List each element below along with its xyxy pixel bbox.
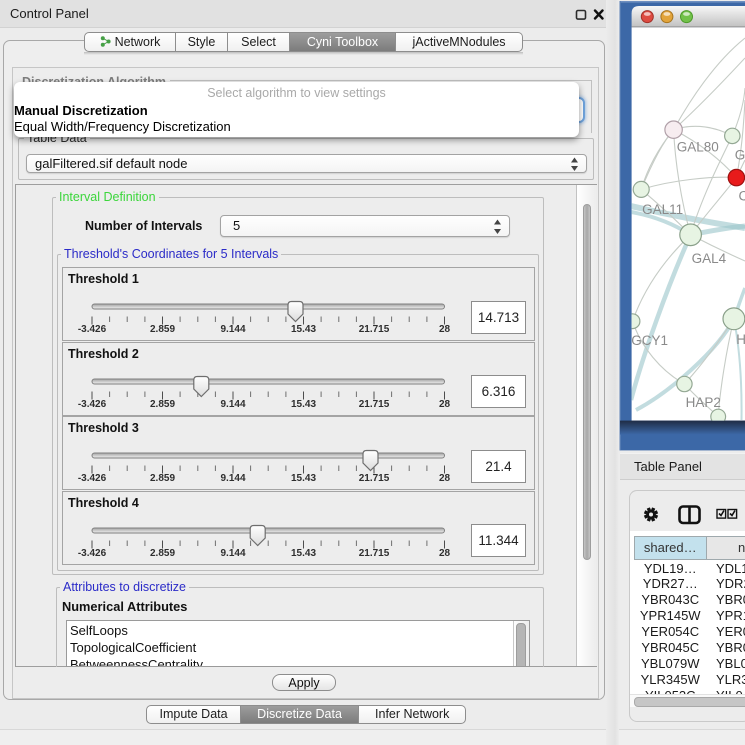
svg-text:-3.426: -3.426 [78,399,107,410]
svg-text:15.43: 15.43 [291,548,316,559]
svg-text:GAL4: GAL4 [735,148,745,163]
svg-text:CY: CY [739,189,745,204]
svg-text:15.43: 15.43 [291,399,316,410]
svg-text:-3.426: -3.426 [78,548,107,559]
svg-text:28: 28 [439,324,451,335]
svg-text:GAL11: GAL11 [642,202,683,217]
svg-text:-3.426: -3.426 [78,324,107,335]
svg-text:2.859: 2.859 [150,399,175,410]
svg-text:9.144: 9.144 [220,399,245,410]
svg-text:21.715: 21.715 [359,548,390,559]
svg-text:21.715: 21.715 [359,399,390,410]
svg-text:15.43: 15.43 [291,473,316,484]
svg-text:21.715: 21.715 [359,324,390,335]
svg-text:GCY1: GCY1 [631,333,668,348]
svg-text:GAL4: GAL4 [692,251,727,266]
svg-text:9.144: 9.144 [220,473,245,484]
svg-text:HA: HA [736,332,745,347]
svg-text:-3.426: -3.426 [78,473,107,484]
svg-text:2.859: 2.859 [150,324,175,335]
svg-text:2.859: 2.859 [150,473,175,484]
svg-text:28: 28 [439,399,451,410]
svg-text:9.144: 9.144 [220,324,245,335]
svg-text:HAP2: HAP2 [686,395,721,410]
svg-text:21.715: 21.715 [359,473,390,484]
svg-text:9.144: 9.144 [220,548,245,559]
svg-text:15.43: 15.43 [291,324,316,335]
svg-text:28: 28 [439,473,451,484]
svg-text:2.859: 2.859 [150,548,175,559]
svg-text:GAL80: GAL80 [677,140,719,155]
svg-text:28: 28 [439,548,451,559]
